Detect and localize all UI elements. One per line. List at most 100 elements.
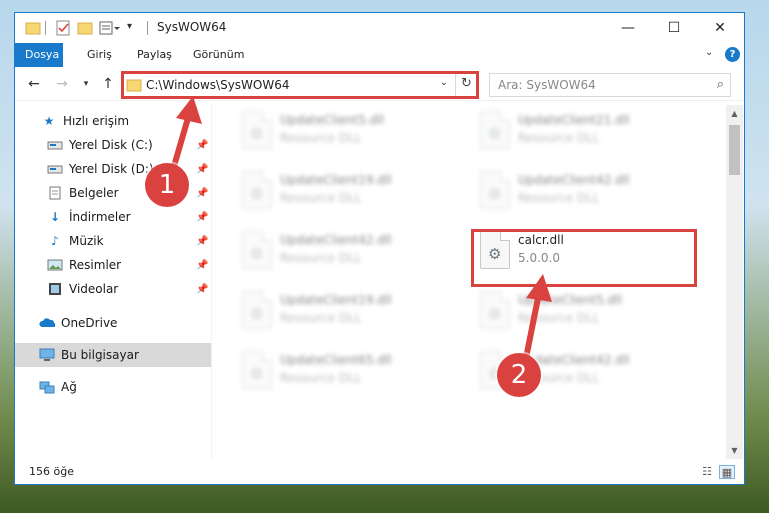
folder-icon bbox=[25, 20, 41, 36]
sidebar-item-downloads[interactable]: ↓ İndirmeler 📌 bbox=[15, 205, 211, 229]
file-item[interactable]: ⚙ UpdateClient5.dll Resource DLL bbox=[236, 109, 462, 155]
tab-home[interactable]: Giriş bbox=[79, 43, 120, 67]
sidebar-item-music[interactable]: ♪ Müzik 📌 bbox=[15, 229, 211, 253]
file-item[interactable]: ⚙ UpdateClient65.dll Resource DLL bbox=[236, 349, 462, 395]
scroll-up-icon[interactable]: ▲ bbox=[726, 105, 743, 122]
dll-file-icon: ⚙ bbox=[242, 171, 272, 209]
file-item[interactable]: ⚙ UpdateClient42.dll Resource DLL bbox=[236, 229, 462, 275]
sidebar-item-label: Bu bilgisayar bbox=[61, 348, 139, 362]
file-description: Resource DLL bbox=[280, 191, 362, 205]
file-item[interactable]: ⚙ UpdateClient19.dll Resource DLL bbox=[236, 169, 462, 215]
sidebar-item-onedrive[interactable]: OneDrive bbox=[15, 311, 211, 335]
qa-separator bbox=[45, 21, 46, 35]
tab-share[interactable]: Paylaş bbox=[129, 43, 180, 67]
scroll-down-icon[interactable]: ▼ bbox=[726, 442, 743, 459]
item-count: 156 öğe bbox=[29, 465, 74, 478]
documents-icon bbox=[47, 186, 63, 200]
pin-icon[interactable]: 📌 bbox=[196, 212, 208, 223]
customize-qa-dropdown-icon[interactable]: ▾ bbox=[127, 21, 132, 37]
expand-ribbon-icon[interactable]: ⌄ bbox=[705, 47, 713, 58]
dll-file-icon: ⚙ bbox=[480, 171, 510, 209]
address-highlight bbox=[121, 71, 479, 99]
file-description: Resource DLL bbox=[280, 131, 362, 145]
file-name: UpdateClient42.dll bbox=[280, 233, 392, 247]
search-box[interactable]: Ara: SysWOW64 ⌕ bbox=[489, 73, 731, 97]
file-name: UpdateClient19.dll bbox=[280, 293, 392, 307]
dll-file-icon: ⚙ bbox=[242, 111, 272, 149]
recent-locations-icon[interactable]: ▾ bbox=[77, 75, 95, 93]
status-bar: 156 öğe ☷ ▦ bbox=[15, 461, 744, 484]
dll-file-icon: ⚙ bbox=[242, 351, 272, 389]
file-name: UpdateClient5.dll bbox=[518, 293, 622, 307]
details-view-icon[interactable]: ☷ bbox=[699, 465, 715, 479]
videos-icon bbox=[47, 282, 63, 296]
file-item[interactable]: ⚙ UpdateClient42.dll Resource DLL bbox=[474, 169, 700, 215]
title-bar: ▾ SysWOW64 — ☐ ✕ bbox=[15, 13, 744, 43]
music-icon: ♪ bbox=[51, 234, 59, 248]
file-item[interactable]: ⚙ UpdateClient5.dll Resource DLL bbox=[474, 289, 700, 335]
computer-icon bbox=[39, 348, 55, 362]
pin-icon[interactable]: 📌 bbox=[196, 236, 208, 247]
sidebar-item-quick-access[interactable]: ★ Hızlı erişim bbox=[15, 109, 211, 133]
up-button[interactable]: ↑ bbox=[99, 75, 117, 93]
tab-file[interactable]: Dosya bbox=[15, 43, 63, 67]
sidebar-item-videos[interactable]: Videolar 📌 bbox=[15, 277, 211, 301]
sidebar-item-label: OneDrive bbox=[61, 316, 118, 330]
close-button[interactable]: ✕ bbox=[697, 13, 743, 43]
file-name: UpdateClient5.dll bbox=[280, 113, 384, 127]
download-icon: ↓ bbox=[49, 210, 61, 224]
step-1-callout: 1 bbox=[145, 163, 189, 207]
view-options-icon[interactable] bbox=[99, 20, 121, 36]
forward-button[interactable]: → bbox=[53, 75, 71, 93]
minimize-button[interactable]: — bbox=[605, 13, 651, 43]
file-list: ⚙ UpdateClient5.dll Resource DLL ⚙ Updat… bbox=[212, 105, 726, 459]
sidebar-item-label: Yerel Disk (D:) bbox=[69, 162, 154, 176]
network-icon bbox=[39, 380, 55, 394]
file-description: Resource DLL bbox=[280, 371, 362, 385]
drive-icon bbox=[47, 162, 63, 176]
file-item[interactable]: ⚙ UpdateClient21.dll Resource DLL bbox=[474, 109, 700, 155]
search-input[interactable]: Ara: SysWOW64 bbox=[498, 78, 596, 92]
pin-icon[interactable]: 📌 bbox=[196, 188, 208, 199]
explorer-window: ▾ SysWOW64 — ☐ ✕ Dosya Giriş Paylaş Görü… bbox=[14, 12, 745, 485]
tab-view[interactable]: Görünüm bbox=[185, 43, 252, 67]
sidebar-item-network[interactable]: Ağ bbox=[15, 375, 211, 399]
sidebar-item-label: İndirmeler bbox=[69, 210, 131, 224]
title-separator bbox=[147, 21, 148, 35]
search-icon[interactable]: ⌕ bbox=[717, 77, 724, 92]
sidebar-item-pictures[interactable]: Resimler 📌 bbox=[15, 253, 211, 277]
file-name: UpdateClient65.dll bbox=[280, 353, 392, 367]
dll-file-icon: ⚙ bbox=[480, 111, 510, 149]
pin-icon[interactable]: 📌 bbox=[196, 284, 208, 295]
cloud-icon bbox=[39, 316, 55, 330]
navigation-bar: ← → ▾ ↑ C:\Windows\SysWOW64 ⌄ ↻ Ara: Sys… bbox=[15, 69, 744, 101]
sidebar-item-label: Ağ bbox=[61, 380, 77, 394]
scroll-thumb[interactable] bbox=[729, 125, 740, 175]
window-title: SysWOW64 bbox=[157, 20, 227, 34]
file-description: Resource DLL bbox=[518, 311, 600, 325]
sidebar-item-label: Belgeler bbox=[69, 186, 119, 200]
maximize-button[interactable]: ☐ bbox=[651, 13, 697, 43]
dll-file-icon: ⚙ bbox=[242, 291, 272, 329]
file-highlight bbox=[471, 229, 697, 287]
file-item[interactable]: ⚙ UpdateClient19.dll Resource DLL bbox=[236, 289, 462, 335]
file-description: Resource DLL bbox=[280, 251, 362, 265]
sidebar-item-local-disk-c[interactable]: Yerel Disk (C:) 📌 bbox=[15, 133, 211, 157]
pin-icon[interactable]: 📌 bbox=[196, 164, 208, 175]
file-name: UpdateClient21.dll bbox=[518, 113, 630, 127]
sidebar-item-this-pc[interactable]: Bu bilgisayar bbox=[15, 343, 211, 367]
file-description: Resource DLL bbox=[280, 311, 362, 325]
vertical-scrollbar[interactable]: ▲ ▼ bbox=[726, 105, 743, 459]
properties-icon[interactable] bbox=[55, 20, 71, 36]
ribbon-tabs: Dosya Giriş Paylaş Görünüm ⌄ ? bbox=[15, 43, 744, 67]
help-icon[interactable]: ? bbox=[725, 47, 740, 62]
new-folder-icon[interactable] bbox=[77, 20, 93, 36]
back-button[interactable]: ← bbox=[25, 75, 43, 93]
navigation-pane: ★ Hızlı erişim Yerel Disk (C:) 📌 Yerel D… bbox=[15, 105, 211, 459]
large-icons-view-icon[interactable]: ▦ bbox=[719, 465, 735, 479]
step-2-callout: 2 bbox=[497, 353, 541, 397]
file-name: UpdateClient42.dll bbox=[518, 173, 630, 187]
pin-icon[interactable]: 📌 bbox=[196, 260, 208, 271]
pin-icon[interactable]: 📌 bbox=[196, 140, 208, 151]
drive-icon bbox=[47, 138, 63, 152]
